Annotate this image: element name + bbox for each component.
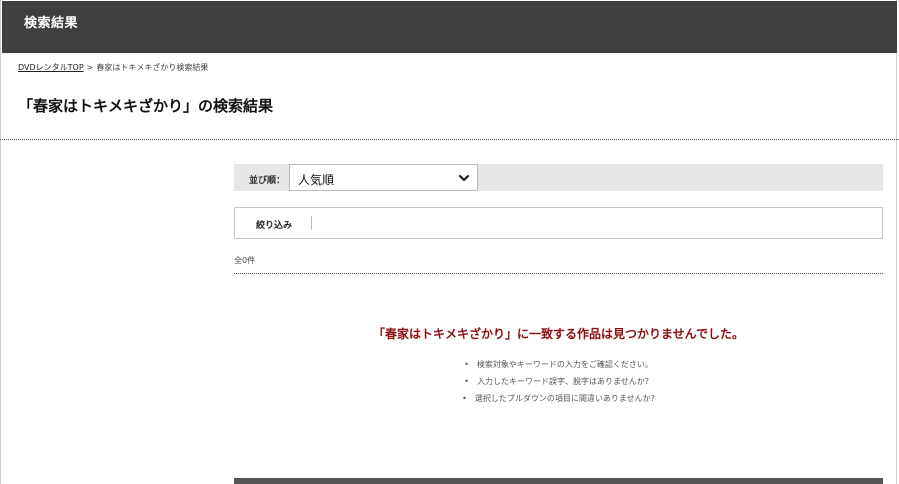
sort-bar: 並び順： 人気順 [234,164,883,191]
page-title: 「春家はトキメキざかり」の検索結果 [18,97,274,115]
hint-item: 入力したキーワード誤字、脱字はありませんか？ [234,373,883,390]
header-title: 検索結果 [24,16,79,31]
sort-label: 並び順： [249,176,286,186]
hint-list: 検索対象やキーワードの入力をご確認ください。 入力したキーワード誤字、脱字はあり… [234,356,883,407]
hint-item: 検索対象やキーワードの入力をご確認ください。 [234,356,883,373]
breadcrumb-current: 春家はトキメキざかり検索結果 [96,63,209,72]
footer-bar [234,478,883,484]
filter-label: 絞り込み [256,221,293,231]
result-count: 全0件 [234,256,256,265]
sort-selected-value: 人気順 [298,173,335,187]
breadcrumb-separator: > [86,63,94,72]
filter-divider [311,216,312,230]
no-result-message: 「春家はトキメキざかり」に一致する作品は見つかりませんでした。 [372,327,745,341]
title-divider [0,139,899,140]
count-divider [234,273,883,274]
chevron-down-icon [459,175,469,181]
breadcrumb: DVDレンタルTOP > 春家はトキメキざかり検索結果 [18,62,208,73]
hint-item: 選択したプルダウンの項目に間違いありませんか? [234,390,883,407]
sort-select[interactable]: 人気順 [289,164,478,191]
header-bar: 検索結果 [2,1,897,53]
breadcrumb-home-link[interactable]: DVDレンタルTOP [18,63,84,72]
filter-button[interactable]: 絞り込み [235,208,311,238]
filter-box: 絞り込み [234,207,883,239]
